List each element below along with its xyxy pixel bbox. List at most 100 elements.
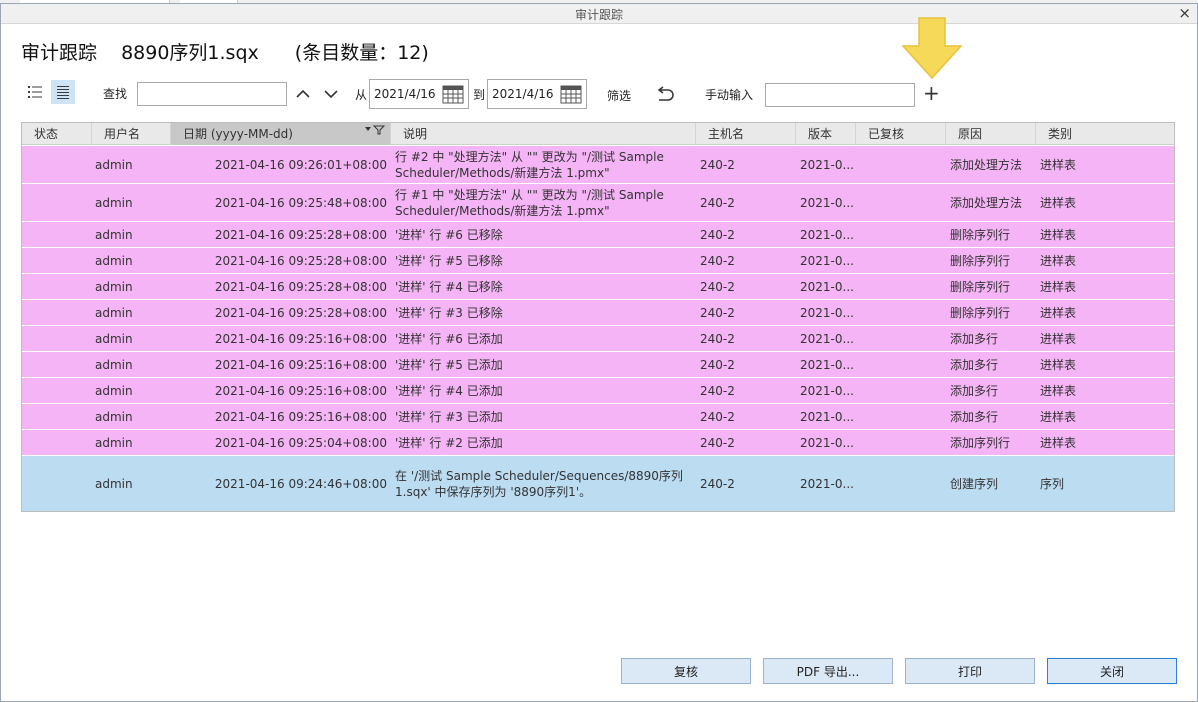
cell-reviewed	[856, 222, 946, 247]
detail-view-icon[interactable]	[51, 80, 75, 104]
cell-version: 2021-0...	[800, 383, 854, 398]
cell-host: 240-2	[700, 195, 735, 210]
cell-user: admin	[95, 476, 133, 491]
down-arrow-icon[interactable]	[319, 82, 343, 106]
calendar-icon[interactable]	[442, 84, 464, 107]
cell-reason: 添加多行	[950, 357, 999, 372]
table-row[interactable]: admin 2021-04-16 09:25:28+08:00 '进样' 行 #6 …	[22, 222, 1174, 248]
table-row[interactable]: admin 2021-04-16 09:25:04+08:00 '进样' 行 #2 …	[22, 430, 1174, 456]
cell-user: admin	[95, 279, 133, 294]
cell-reason: 删除序列行	[950, 227, 1011, 242]
cell-host: 240-2	[700, 476, 735, 491]
undo-icon[interactable]	[653, 82, 677, 106]
cell-version: 2021-0...	[800, 157, 854, 172]
add-icon[interactable]: +	[923, 81, 940, 105]
to-date-picker[interactable]: 2021/4/16	[487, 79, 587, 109]
cell-reason: 添加处理方法	[950, 157, 1023, 172]
cell-version: 2021-0...	[800, 409, 854, 424]
col-host[interactable]: 主机名	[696, 123, 796, 145]
cell-user: admin	[95, 157, 133, 172]
manual-entry-label: 手动输入	[705, 88, 754, 102]
table-row[interactable]: admin 2021-04-16 09:25:28+08:00 '进样' 行 #5 …	[22, 248, 1174, 274]
manual-entry-input[interactable]	[765, 83, 915, 107]
cell-category: 进样表	[1040, 305, 1077, 320]
cell-date: 2021-04-16 09:25:16+08:00	[214, 409, 387, 424]
table-row[interactable]: admin 2021-04-16 09:25:28+08:00 '进样' 行 #3 …	[22, 300, 1174, 326]
search-input[interactable]	[137, 82, 287, 106]
cell-version: 2021-0...	[800, 435, 854, 450]
table-row[interactable]: admin 2021-04-16 09:25:16+08:00 '进样' 行 #3 …	[22, 404, 1174, 430]
cell-host: 240-2	[700, 157, 735, 172]
table-row[interactable]: admin 2021-04-16 09:25:16+08:00 '进样' 行 #5 …	[22, 352, 1174, 378]
cell-date: 2021-04-16 09:26:01+08:00	[214, 157, 387, 172]
table-row[interactable]: admin 2021-04-16 09:25:16+08:00 '进样' 行 #6 …	[22, 326, 1174, 352]
cell-reviewed	[856, 146, 946, 183]
cell-category: 进样表	[1040, 409, 1077, 424]
review-button[interactable]: 复核	[621, 658, 751, 684]
cell-desc: '进样' 行 #5 已移除	[395, 253, 503, 268]
cell-desc: 行 #2 中 "处理方法" 从 "" 更改为 "/测试 Sample Sched…	[395, 149, 664, 180]
window-title: 审计跟踪	[574, 8, 623, 22]
cell-date: 2021-04-16 09:25:48+08:00	[214, 195, 387, 210]
col-category[interactable]: 类别	[1036, 123, 1174, 145]
calendar-icon[interactable]	[560, 84, 582, 107]
cell-user: admin	[95, 195, 133, 210]
cell-status	[22, 430, 92, 455]
close-button[interactable]: 关闭	[1047, 658, 1177, 684]
from-date-value: 2021/4/16	[374, 87, 436, 101]
cell-reason: 添加序列行	[950, 435, 1011, 450]
heading-file: 8890序列1.sqx	[121, 42, 259, 64]
filter-button[interactable]: 筛选	[607, 87, 631, 104]
cell-reason: 添加多行	[950, 409, 999, 424]
cell-category: 进样表	[1040, 357, 1077, 372]
table-row[interactable]: admin 2021-04-16 09:26:01+08:00 行 #2 中 "处理…	[22, 146, 1174, 184]
col-reason[interactable]: 原因	[946, 123, 1036, 145]
col-description[interactable]: 说明	[391, 123, 696, 145]
heading-title: 审计跟踪	[21, 42, 98, 64]
list-view-icon[interactable]	[23, 80, 47, 104]
cell-version: 2021-0...	[800, 253, 854, 268]
cell-status	[22, 184, 92, 221]
up-arrow-icon[interactable]	[291, 82, 315, 106]
cell-reviewed	[856, 274, 946, 299]
cell-user: admin	[95, 409, 133, 424]
cell-date: 2021-04-16 09:25:28+08:00	[214, 253, 387, 268]
cell-category: 进样表	[1040, 279, 1077, 294]
search-label: 查找	[103, 87, 128, 101]
cell-desc: '进样' 行 #4 已添加	[395, 383, 503, 398]
filter-icon[interactable]	[364, 123, 386, 145]
cell-reason: 删除序列行	[950, 305, 1011, 320]
table-row[interactable]: admin 2021-04-16 09:25:16+08:00 '进样' 行 #4 …	[22, 378, 1174, 404]
heading-count: (条目数量：12)	[294, 42, 429, 64]
cell-status	[22, 456, 92, 511]
cell-date: 2021-04-16 09:25:16+08:00	[214, 331, 387, 346]
print-button[interactable]: 打印	[905, 658, 1035, 684]
cell-version: 2021-0...	[800, 195, 854, 210]
from-date-picker[interactable]: 2021/4/16	[369, 79, 469, 109]
cell-status	[22, 326, 92, 351]
cell-category: 进样表	[1040, 157, 1077, 172]
cell-reviewed	[856, 326, 946, 351]
cell-reviewed	[856, 300, 946, 325]
cell-user: admin	[95, 227, 133, 242]
table-row[interactable]: admin 2021-04-16 09:25:48+08:00 行 #1 中 "处理…	[22, 184, 1174, 222]
cell-reason: 添加处理方法	[950, 195, 1023, 210]
col-status[interactable]: 状态	[22, 123, 92, 145]
col-version[interactable]: 版本	[796, 123, 856, 145]
close-icon[interactable]: ×	[1178, 4, 1191, 22]
pdf-export-button[interactable]: PDF 导出...	[763, 658, 893, 684]
cell-status	[22, 146, 92, 183]
cell-category: 进样表	[1040, 435, 1077, 450]
col-reviewed[interactable]: 已复核	[856, 123, 946, 145]
cell-desc: '进样' 行 #3 已添加	[395, 409, 503, 424]
cell-category: 进样表	[1040, 195, 1077, 210]
table-row[interactable]: admin 2021-04-16 09:24:46+08:00 在 '/测试 Sam…	[22, 456, 1174, 511]
table-row[interactable]: admin 2021-04-16 09:25:28+08:00 '进样' 行 #4 …	[22, 274, 1174, 300]
col-date[interactable]: 日期 (yyyy-MM-dd)	[171, 123, 391, 145]
audit-table: 状态 用户名 日期 (yyyy-MM-dd) 说明 主机名 版本 已复核 原因 …	[21, 122, 1175, 512]
cell-desc: '进样' 行 #3 已移除	[395, 305, 503, 320]
from-label: 从	[355, 88, 368, 102]
cell-date: 2021-04-16 09:25:04+08:00	[214, 435, 387, 450]
cell-status	[22, 300, 92, 325]
col-user[interactable]: 用户名	[92, 123, 171, 145]
